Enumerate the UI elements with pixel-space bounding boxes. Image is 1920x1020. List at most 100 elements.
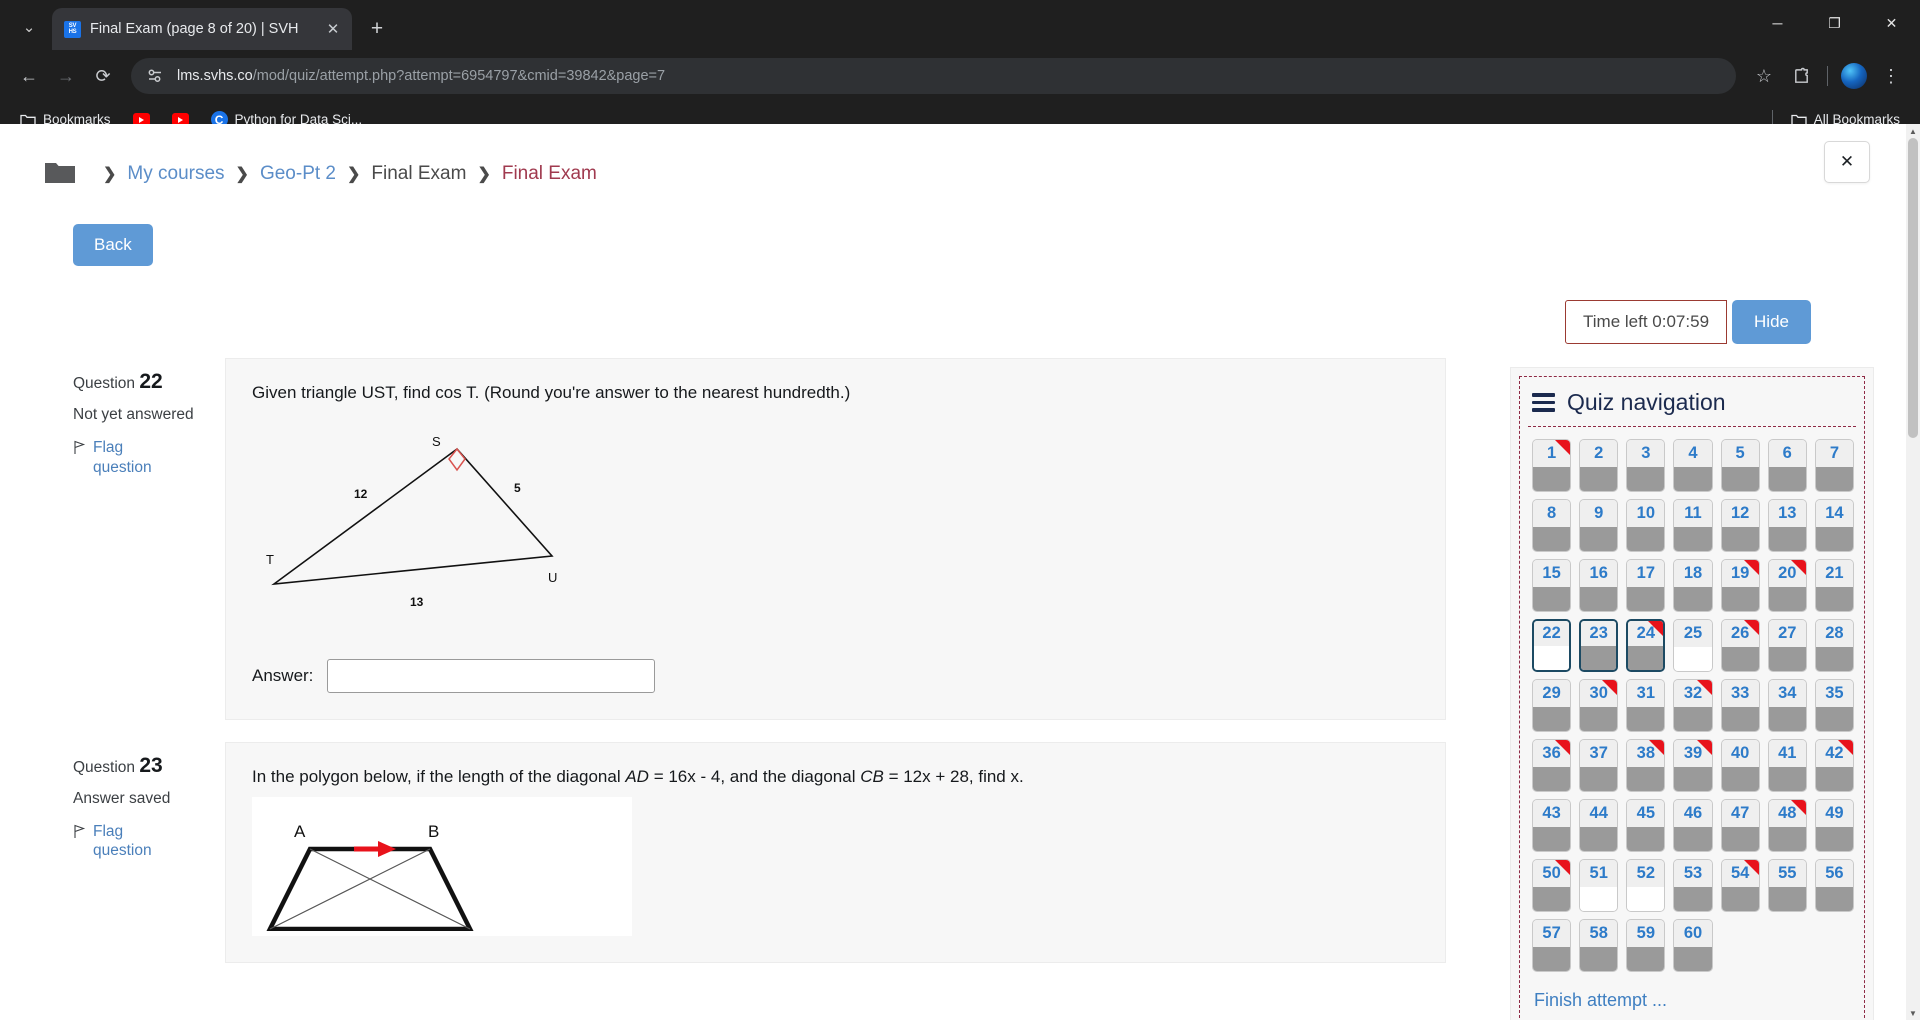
flag-question-22[interactable]: Flag question <box>73 438 225 477</box>
url-text: lms.svhs.co/mod/quiz/attempt.php?attempt… <box>177 68 665 84</box>
svg-text:5: 5 <box>514 481 521 495</box>
quiz-nav-button-11[interactable]: 11 <box>1673 499 1713 552</box>
scroll-down-arrow-icon[interactable]: ▼ <box>1906 1006 1920 1020</box>
quiz-nav-button-52[interactable]: 52 <box>1626 859 1666 912</box>
quiz-nav-button-6[interactable]: 6 <box>1767 439 1807 492</box>
quiz-nav-button-55[interactable]: 55 <box>1767 859 1807 912</box>
close-attempt-button[interactable]: ✕ <box>1824 141 1870 183</box>
quiz-nav-button-8[interactable]: 8 <box>1532 499 1572 552</box>
page-scrollbar[interactable]: ▲ ▼ <box>1906 124 1920 1020</box>
scrollbar-thumb[interactable] <box>1908 138 1918 438</box>
quiz-nav-button-13[interactable]: 13 <box>1767 499 1807 552</box>
quiz-nav-button-36[interactable]: 36 <box>1532 739 1572 792</box>
quiz-nav-button-40[interactable]: 40 <box>1720 739 1760 792</box>
quiz-nav-state-fill <box>1533 467 1571 491</box>
quiz-nav-button-49[interactable]: 49 <box>1814 799 1854 852</box>
quiz-nav-button-56[interactable]: 56 <box>1814 859 1854 912</box>
tab-search-chevron-icon[interactable]: ⌄ <box>6 7 52 47</box>
quiz-nav-button-30[interactable]: 30 <box>1579 679 1619 732</box>
quiz-nav-button-25[interactable]: 25 <box>1673 619 1713 672</box>
quiz-nav-button-43[interactable]: 43 <box>1532 799 1572 852</box>
quiz-nav-number: 3 <box>1627 440 1665 467</box>
breadcrumb-item-final-exam[interactable]: Final Exam <box>371 163 466 185</box>
quiz-nav-button-3[interactable]: 3 <box>1626 439 1666 492</box>
quiz-nav-button-19[interactable]: 19 <box>1720 559 1760 612</box>
breadcrumb-item-geo-pt-2[interactable]: Geo-Pt 2 <box>260 163 336 185</box>
quiz-nav-button-15[interactable]: 15 <box>1532 559 1572 612</box>
forward-nav-icon[interactable]: → <box>49 59 83 93</box>
address-bar[interactable]: lms.svhs.co/mod/quiz/attempt.php?attempt… <box>131 58 1736 94</box>
quiz-nav-button-5[interactable]: 5 <box>1720 439 1760 492</box>
quiz-nav-button-32[interactable]: 32 <box>1673 679 1713 732</box>
quiz-nav-button-27[interactable]: 27 <box>1767 619 1807 672</box>
breadcrumb-item-my-courses[interactable]: My courses <box>127 163 224 185</box>
quiz-nav-button-37[interactable]: 37 <box>1579 739 1619 792</box>
maximize-icon[interactable]: ❐ <box>1806 0 1863 46</box>
quiz-nav-button-17[interactable]: 17 <box>1626 559 1666 612</box>
quiz-nav-button-34[interactable]: 34 <box>1767 679 1807 732</box>
quiz-nav-button-1[interactable]: 1 <box>1532 439 1572 492</box>
reload-icon[interactable]: ⟳ <box>86 59 120 93</box>
quiz-nav-button-54[interactable]: 54 <box>1720 859 1760 912</box>
quiz-nav-button-39[interactable]: 39 <box>1673 739 1713 792</box>
extensions-puzzle-icon[interactable] <box>1784 59 1818 93</box>
chrome-menu-icon[interactable]: ⋮ <box>1874 59 1908 93</box>
new-tab-button[interactable]: + <box>360 12 394 46</box>
quiz-nav-button-51[interactable]: 51 <box>1579 859 1619 912</box>
quiz-nav-button-21[interactable]: 21 <box>1814 559 1854 612</box>
quiz-nav-button-57[interactable]: 57 <box>1532 919 1572 972</box>
close-window-icon[interactable]: ✕ <box>1863 0 1920 46</box>
back-button[interactable]: Back <box>73 224 153 266</box>
quiz-nav-button-42[interactable]: 42 <box>1814 739 1854 792</box>
quiz-nav-button-48[interactable]: 48 <box>1767 799 1807 852</box>
site-settings-icon[interactable] <box>145 66 165 86</box>
flag-marker-icon <box>1555 440 1571 455</box>
quiz-nav-button-45[interactable]: 45 <box>1626 799 1666 852</box>
quiz-nav-button-9[interactable]: 9 <box>1579 499 1619 552</box>
quiz-nav-button-10[interactable]: 10 <box>1626 499 1666 552</box>
quiz-nav-button-20[interactable]: 20 <box>1767 559 1807 612</box>
quiz-nav-button-60[interactable]: 60 <box>1673 919 1713 972</box>
quiz-nav-button-22[interactable]: 22 <box>1532 619 1572 672</box>
browser-tab[interactable]: SV HS Final Exam (page 8 of 20) | SVH ✕ <box>52 8 352 50</box>
flag-question-23[interactable]: Flag question <box>73 822 225 861</box>
quiz-nav-button-58[interactable]: 58 <box>1579 919 1619 972</box>
back-nav-icon[interactable]: ← <box>12 59 46 93</box>
quiz-nav-button-47[interactable]: 47 <box>1720 799 1760 852</box>
question-state-23: Answer saved <box>73 789 171 807</box>
quiz-nav-button-29[interactable]: 29 <box>1532 679 1572 732</box>
quiz-nav-button-38[interactable]: 38 <box>1626 739 1666 792</box>
quiz-nav-button-12[interactable]: 12 <box>1720 499 1760 552</box>
answer-input-22[interactable] <box>327 658 656 693</box>
quiz-nav-button-41[interactable]: 41 <box>1767 739 1807 792</box>
finish-attempt-link[interactable]: Finish attempt ... <box>1534 990 1667 1011</box>
quiz-nav-state-fill <box>1674 587 1712 611</box>
quiz-nav-state-fill <box>1580 767 1618 791</box>
quiz-nav-button-28[interactable]: 28 <box>1814 619 1854 672</box>
quiz-nav-button-2[interactable]: 2 <box>1579 439 1619 492</box>
quiz-nav-button-46[interactable]: 46 <box>1673 799 1713 852</box>
bookmark-star-icon[interactable]: ☆ <box>1747 59 1781 93</box>
hide-timer-button[interactable]: Hide <box>1732 300 1811 344</box>
quiz-nav-button-23[interactable]: 23 <box>1579 619 1619 672</box>
minimize-icon[interactable]: ─ <box>1749 0 1806 46</box>
quiz-nav-button-35[interactable]: 35 <box>1814 679 1854 732</box>
quiz-nav-button-33[interactable]: 33 <box>1720 679 1760 732</box>
quiz-nav-state-fill <box>1674 467 1712 491</box>
quiz-nav-button-24[interactable]: 24 <box>1626 619 1666 672</box>
hamburger-menu-icon[interactable] <box>1532 393 1555 412</box>
quiz-nav-button-50[interactable]: 50 <box>1532 859 1572 912</box>
quiz-nav-button-44[interactable]: 44 <box>1579 799 1619 852</box>
close-tab-icon[interactable]: ✕ <box>322 18 344 40</box>
quiz-nav-button-16[interactable]: 16 <box>1579 559 1619 612</box>
quiz-nav-button-14[interactable]: 14 <box>1814 499 1854 552</box>
quiz-nav-button-53[interactable]: 53 <box>1673 859 1713 912</box>
profile-avatar[interactable] <box>1837 59 1871 93</box>
quiz-nav-button-18[interactable]: 18 <box>1673 559 1713 612</box>
quiz-nav-button-4[interactable]: 4 <box>1673 439 1713 492</box>
quiz-nav-button-7[interactable]: 7 <box>1814 439 1854 492</box>
scroll-up-arrow-icon[interactable]: ▲ <box>1906 124 1920 138</box>
quiz-nav-button-59[interactable]: 59 <box>1626 919 1666 972</box>
quiz-nav-button-26[interactable]: 26 <box>1720 619 1760 672</box>
quiz-nav-button-31[interactable]: 31 <box>1626 679 1666 732</box>
